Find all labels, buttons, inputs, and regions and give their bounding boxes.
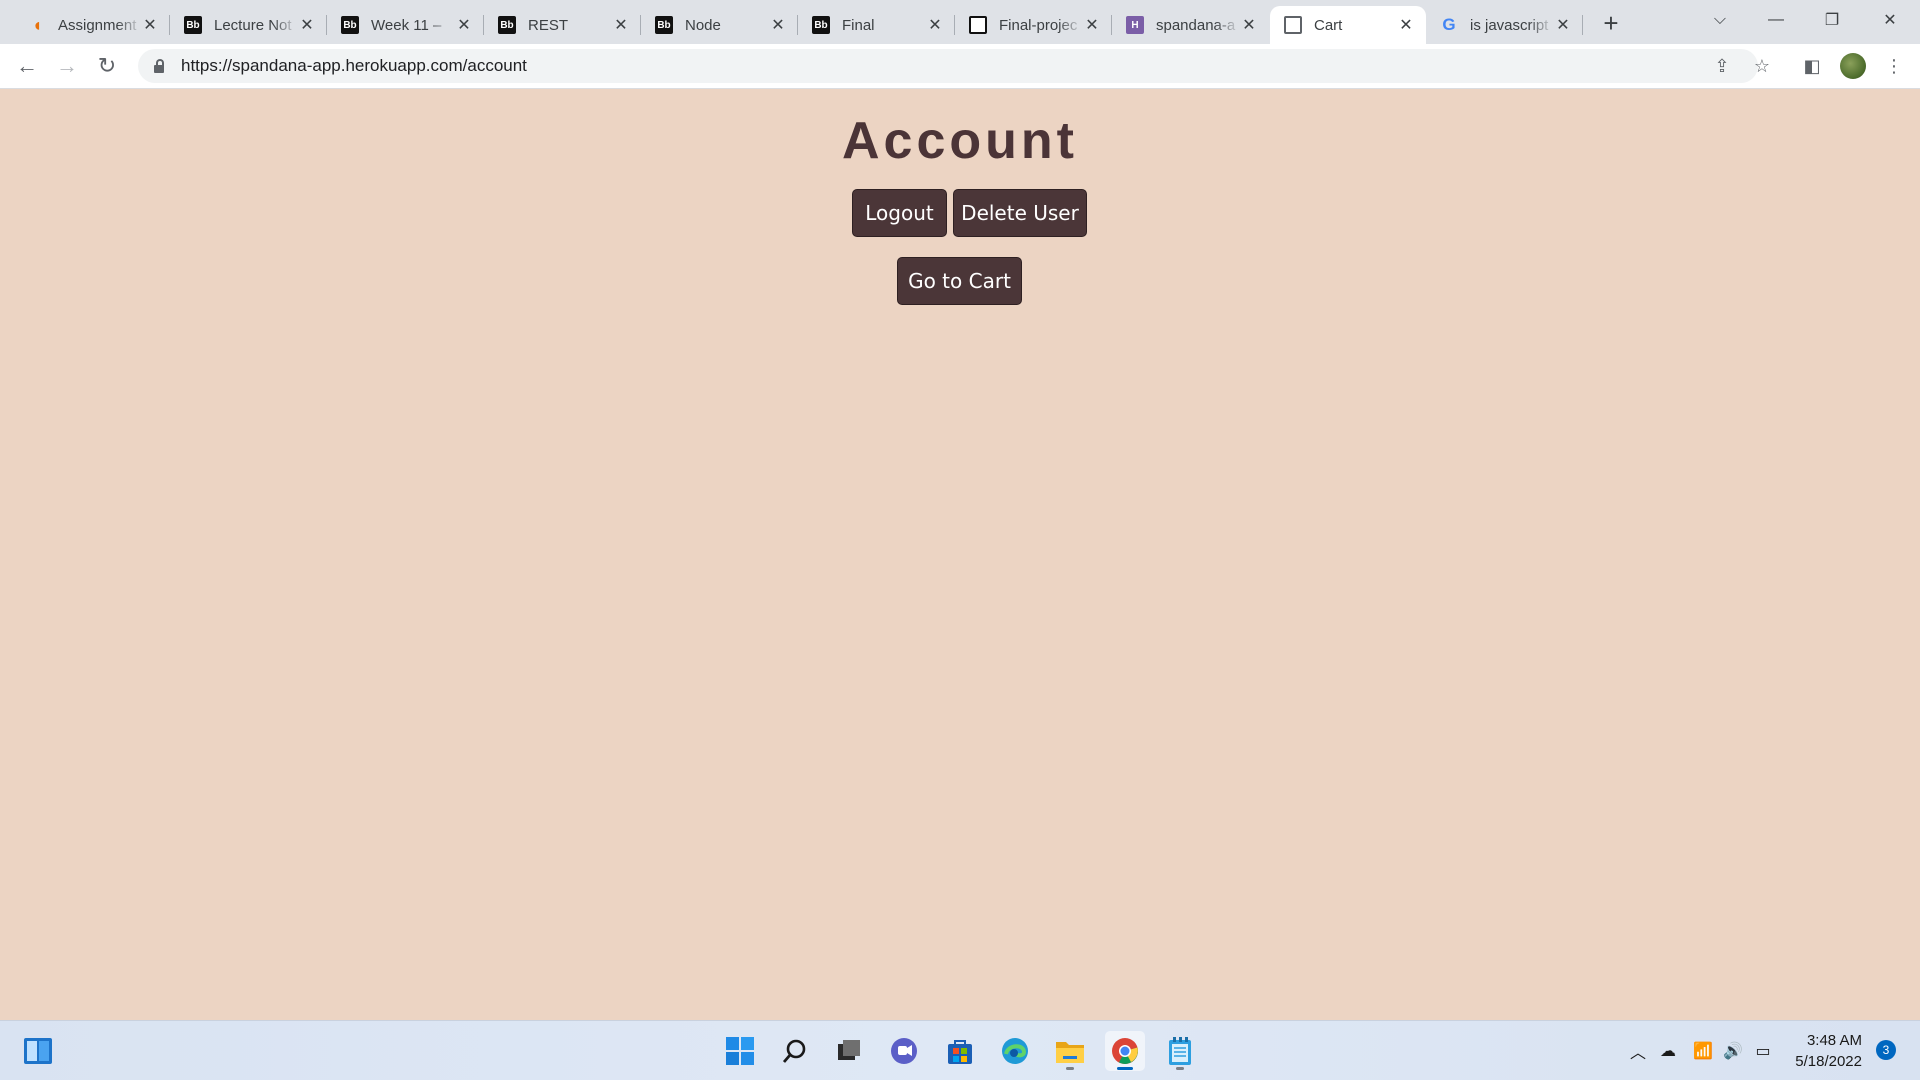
close-icon[interactable]: ✕	[1396, 15, 1416, 35]
windows-start-icon[interactable]	[720, 1031, 760, 1071]
tab-spandana-app[interactable]: H spandana-a ✕	[1112, 6, 1269, 44]
bookmark-star-icon[interactable]: ☆	[1750, 54, 1774, 78]
profile-avatar[interactable]	[1840, 53, 1866, 79]
github-icon	[969, 16, 987, 34]
restore-icon[interactable]: ❐	[1804, 0, 1860, 40]
address-bar[interactable]: https://spandana-app.herokuapp.com/accou…	[138, 49, 1758, 83]
edge-browser-icon[interactable]	[995, 1031, 1035, 1071]
tab-week-11[interactable]: Bb Week 11 – ✕	[327, 6, 484, 44]
tab-title: Node	[685, 16, 721, 34]
notepad-icon[interactable]	[1160, 1031, 1200, 1071]
volume-icon[interactable]: 🔊	[1720, 1039, 1746, 1063]
chrome-browser-icon[interactable]	[1105, 1031, 1145, 1071]
window-close-icon[interactable]: ✕	[1862, 0, 1918, 40]
search-icon[interactable]	[775, 1031, 815, 1071]
logout-button[interactable]: Logout	[852, 189, 947, 237]
tab-title: Lecture Not	[214, 16, 292, 34]
tab-title: is javascript	[1470, 16, 1549, 34]
close-icon[interactable]: ✕	[454, 15, 474, 35]
menu-dots-icon[interactable]: ⋮	[1882, 54, 1906, 78]
task-view-icon[interactable]	[829, 1031, 869, 1071]
tab-lecture-notes[interactable]: Bb Lecture Not ✕	[170, 6, 327, 44]
close-icon[interactable]: ✕	[1082, 15, 1102, 35]
page-title: Account	[842, 112, 1078, 170]
forward-arrow-icon[interactable]: →	[52, 51, 82, 81]
tab-final-project[interactable]: Final-projec ✕	[955, 6, 1112, 44]
lock-icon[interactable]	[153, 59, 165, 73]
close-icon[interactable]: ✕	[1239, 15, 1259, 35]
heroku-icon: H	[1126, 16, 1144, 34]
globe-icon	[1284, 16, 1302, 34]
notification-badge[interactable]: 3	[1876, 1040, 1896, 1060]
side-panel-icon[interactable]: ◧	[1800, 54, 1824, 78]
close-icon[interactable]: ✕	[140, 15, 160, 35]
minimize-icon[interactable]: —	[1748, 0, 1804, 40]
blackboard-icon: Bb	[498, 16, 516, 34]
battery-icon[interactable]: ▭	[1750, 1039, 1776, 1063]
widgets-icon[interactable]	[18, 1031, 58, 1071]
tab-assignment[interactable]: ◖ Assignment ✕	[14, 6, 170, 44]
tab-title: spandana-a	[1156, 16, 1236, 34]
file-explorer-icon[interactable]	[1050, 1031, 1090, 1071]
chevron-up-icon[interactable]: ︿	[1625, 1039, 1651, 1063]
tab-separator	[1582, 15, 1583, 35]
reload-icon[interactable]: ↻	[92, 51, 122, 81]
tab-title: REST	[528, 16, 569, 34]
tab-cart[interactable]: Cart ✕	[1270, 6, 1426, 44]
browser-toolbar: ← → ↻ https://spandana-app.herokuapp.com…	[0, 44, 1920, 89]
teams-chat-icon[interactable]	[884, 1031, 924, 1071]
close-icon[interactable]: ✕	[611, 15, 631, 35]
go-to-cart-button[interactable]: Go to Cart	[897, 257, 1022, 305]
tab-google-search[interactable]: G is javascript ✕	[1426, 6, 1583, 44]
tab-search-chevron-icon[interactable]: ⌵	[1692, 0, 1748, 40]
url-text[interactable]: https://spandana-app.herokuapp.com/accou…	[181, 56, 527, 76]
delete-user-button[interactable]: Delete User	[953, 189, 1087, 237]
google-icon: G	[1442, 15, 1456, 34]
blackboard-icon: Bb	[812, 16, 830, 34]
close-icon[interactable]: ✕	[925, 15, 945, 35]
clock-date: 5/18/2022	[1795, 1053, 1862, 1070]
wifi-icon[interactable]: 📶	[1690, 1039, 1716, 1063]
tab-node[interactable]: Bb Node ✕	[641, 6, 798, 44]
orange-logo-icon: ◖	[31, 14, 43, 35]
tab-title: Final	[842, 16, 875, 34]
windows-taskbar: ︿ ☁ 📶 🔊 ▭ 3:48 AM 5/18/2022 3	[0, 1020, 1920, 1080]
share-icon[interactable]: ⇪	[1710, 54, 1734, 78]
tab-title: Final-projec	[999, 16, 1078, 34]
page-content: Account Logout Delete User Go to Cart	[0, 89, 1920, 1020]
onedrive-warning-icon[interactable]: ☁	[1655, 1039, 1681, 1063]
tab-title: Assignment	[58, 16, 137, 34]
tab-final[interactable]: Bb Final ✕	[798, 6, 955, 44]
tab-title: Week 11 –	[371, 16, 442, 34]
close-icon[interactable]: ✕	[297, 15, 317, 35]
close-icon[interactable]: ✕	[1553, 15, 1573, 35]
back-arrow-icon[interactable]: ←	[12, 51, 42, 81]
tab-rest[interactable]: Bb REST ✕	[484, 6, 641, 44]
clock-time: 3:48 AM	[1806, 1032, 1862, 1049]
system-clock[interactable]: 3:48 AM 5/18/2022	[1776, 1030, 1862, 1072]
blackboard-icon: Bb	[655, 16, 673, 34]
tab-title: Cart	[1314, 16, 1343, 34]
blackboard-icon: Bb	[184, 16, 202, 34]
new-tab-icon[interactable]: +	[1596, 8, 1626, 38]
blackboard-icon: Bb	[341, 16, 359, 34]
microsoft-store-icon[interactable]	[940, 1031, 980, 1071]
close-icon[interactable]: ✕	[768, 15, 788, 35]
browser-tab-strip: ◖ Assignment ✕ Bb Lecture Not ✕ Bb Week …	[0, 0, 1920, 44]
